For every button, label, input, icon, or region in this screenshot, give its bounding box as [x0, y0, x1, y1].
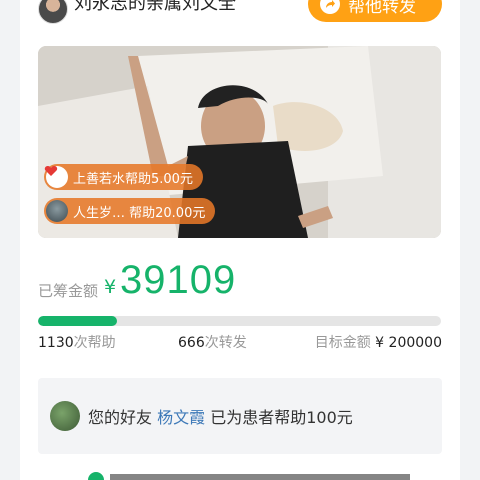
share-arrow-icon	[320, 0, 340, 14]
fundraising-progress-bar	[38, 316, 441, 326]
share-button-label: 帮他转发	[348, 0, 416, 17]
friend-name[interactable]: 杨文霞	[157, 408, 205, 427]
help-unit: 次帮助	[73, 335, 116, 351]
help-count: 1130	[38, 335, 74, 351]
raised-amount: 39109	[120, 258, 237, 302]
target-currency: ¥	[375, 335, 385, 351]
progress-fill	[38, 316, 117, 326]
donor-avatar	[46, 200, 68, 222]
target-amount-stat: 目标金额 ¥ 200000	[315, 332, 442, 352]
help-count-stat: 1130次帮助	[38, 332, 116, 352]
guarantee-icon	[88, 472, 104, 480]
friend-donation-text: 您的好友 杨文霞 已为患者帮助100元	[88, 404, 353, 428]
donation-text: 人生岁… 帮助20.00元	[73, 205, 206, 221]
cut-off-next-row	[88, 470, 428, 480]
patient-photo[interactable]: 上善若水帮助5.00元 人生岁… 帮助20.00元	[38, 46, 441, 238]
share-count: 666	[178, 335, 205, 351]
heart-icon	[44, 166, 68, 188]
campaign-stats: 1130次帮助 666次转发 目标金额 ¥ 200000	[38, 332, 442, 354]
friend-prefix: 您的好友	[88, 408, 153, 427]
target-label: 目标金额	[314, 335, 371, 351]
raised-amount-row: 已筹金额 ¥ 39109	[38, 258, 442, 308]
donation-text: 上善若水帮助5.00元	[73, 171, 193, 187]
share-unit: 次转发	[204, 335, 247, 351]
target-amount: 200000	[388, 335, 442, 351]
donation-ticker-item: 人生岁… 帮助20.00元	[44, 198, 216, 224]
friend-donation-notice[interactable]: 您的好友 杨文霞 已为患者帮助100元	[38, 378, 442, 454]
share-button[interactable]: 帮他转发	[308, 0, 442, 22]
donation-ticker-item: 上善若水帮助5.00元	[44, 164, 203, 190]
friend-avatar	[50, 401, 80, 431]
currency-symbol: ¥	[104, 276, 117, 298]
organizer-avatar[interactable]	[38, 0, 68, 24]
campaign-header: 刘永志的亲属刘文全 帮他转发	[38, 0, 442, 28]
organizer-name: 刘永志的亲属刘文全	[74, 0, 236, 14]
share-count-stat: 666次转发	[178, 332, 247, 352]
friend-suffix: 已为患者帮助100元	[210, 408, 353, 427]
cut-off-text	[110, 474, 410, 480]
raised-label: 已筹金额	[38, 282, 99, 300]
